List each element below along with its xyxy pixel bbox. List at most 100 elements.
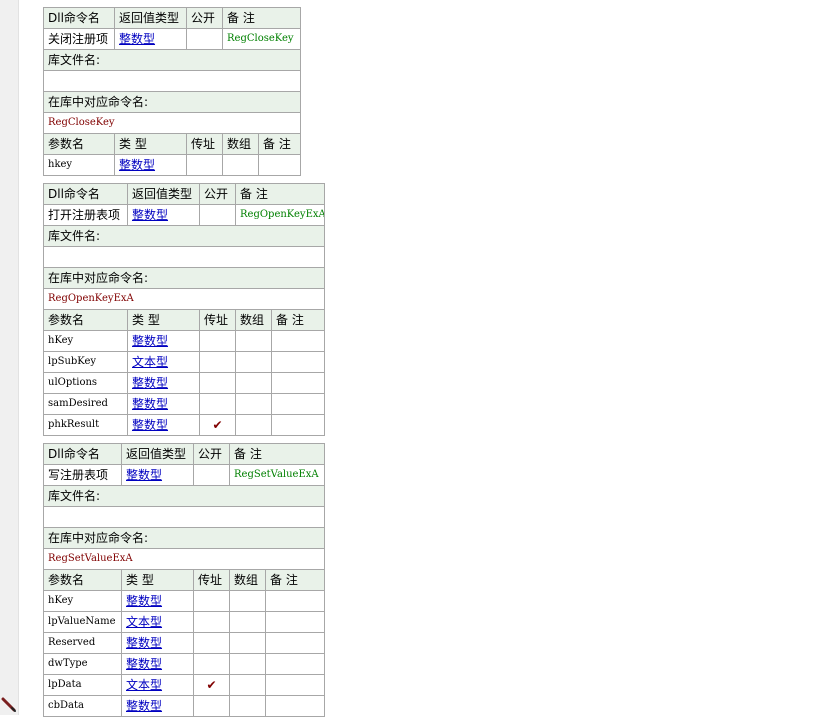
remark-header: 备 注 (235, 183, 325, 205)
lib-cmd-value-row: RegSetValueExA (43, 548, 325, 570)
param-byref-cell[interactable] (199, 351, 236, 373)
param-type-cell[interactable]: 文本型 (121, 674, 194, 696)
lib-file-label: 库文件名: (43, 485, 325, 507)
param-remark-header: 备 注 (258, 133, 301, 155)
param-remark-cell[interactable] (265, 632, 325, 654)
param-remark-cell[interactable] (271, 351, 325, 373)
lib-file-cell[interactable] (43, 246, 325, 268)
param-array-cell[interactable] (222, 154, 259, 176)
param-array-cell[interactable] (235, 372, 272, 394)
dll-command-block: Dll命令名 返回值类型 公开备 注写注册表项 整数型 RegSetValueExA 库文… (43, 443, 325, 717)
return-type-cell[interactable]: 整数型 (121, 464, 194, 486)
param-remark-cell[interactable] (265, 653, 325, 675)
remark-cell[interactable]: RegOpenKeyExA (235, 204, 325, 226)
param-byref-cell[interactable] (186, 154, 223, 176)
param-array-cell[interactable] (235, 414, 272, 436)
public-header: 公开 (199, 183, 236, 205)
param-remark-cell[interactable] (265, 695, 325, 717)
remark-cell[interactable]: RegSetValueExA (229, 464, 325, 486)
param-array-cell[interactable] (229, 674, 266, 696)
param-remark-cell[interactable] (271, 372, 325, 394)
param-name-header: 参数名 (43, 569, 122, 591)
checkmark-icon: ✔ (206, 678, 217, 692)
param-remark-cell[interactable] (271, 330, 325, 352)
param-name-cell[interactable]: dwType (43, 653, 122, 675)
param-array-cell[interactable] (229, 632, 266, 654)
remark-header: 备 注 (222, 7, 301, 29)
lib-cmd-label: 在库中对应命令名: (43, 267, 325, 289)
lib-cmd-cell[interactable]: RegSetValueExA (43, 548, 325, 570)
param-array-cell[interactable] (235, 393, 272, 415)
param-remark-cell[interactable] (271, 393, 325, 415)
public-cell[interactable] (186, 28, 223, 50)
param-name-cell[interactable]: hKey (43, 590, 122, 612)
param-byref-header: 传址 (199, 309, 236, 331)
param-remark-cell[interactable] (265, 611, 325, 633)
param-byref-cell[interactable]: ✔ (199, 414, 236, 436)
param-name-cell[interactable]: hkey (43, 154, 115, 176)
return-type-cell[interactable]: 整数型 (127, 204, 200, 226)
param-remark-cell[interactable] (265, 590, 325, 612)
param-type-cell[interactable]: 文本型 (121, 611, 194, 633)
param-byref-cell[interactable] (193, 632, 230, 654)
param-name-cell[interactable]: Reserved (43, 632, 122, 654)
public-cell[interactable] (199, 204, 236, 226)
dll-name-cell[interactable]: 写注册表项 (43, 464, 122, 486)
param-type-cell[interactable]: 整数型 (127, 393, 200, 415)
param-name-cell[interactable]: lpValueName (43, 611, 122, 633)
param-byref-cell[interactable] (193, 695, 230, 717)
lib-file-cell[interactable] (43, 70, 301, 92)
param-byref-cell[interactable] (193, 590, 230, 612)
dll-value-row: 关闭注册项 整数型 RegCloseKey (43, 28, 301, 50)
param-name-cell[interactable]: ulOptions (43, 372, 128, 394)
param-row: hkey 整数型 (43, 154, 301, 176)
public-cell[interactable] (193, 464, 230, 486)
lib-cmd-cell[interactable]: RegOpenKeyExA (43, 288, 325, 310)
param-type-cell[interactable]: 整数型 (121, 653, 194, 675)
param-type-cell[interactable]: 整数型 (127, 414, 200, 436)
param-name-cell[interactable]: hKey (43, 330, 128, 352)
param-type-cell[interactable]: 整数型 (121, 632, 194, 654)
param-type-cell[interactable]: 整数型 (121, 695, 194, 717)
param-row: phkResult 整数型 ✔ (43, 414, 325, 436)
lib-file-label-row: 库文件名: (43, 485, 325, 507)
param-remark-cell[interactable] (265, 674, 325, 696)
param-byref-cell[interactable] (199, 330, 236, 352)
param-header-row: 参数名类 型传址 数组备 注 (43, 309, 325, 331)
lib-cmd-cell[interactable]: RegCloseKey (43, 112, 301, 134)
param-array-cell[interactable] (235, 351, 272, 373)
param-name-cell[interactable]: lpSubKey (43, 351, 128, 373)
param-array-cell[interactable] (229, 611, 266, 633)
param-name-cell[interactable]: samDesired (43, 393, 128, 415)
param-type-cell[interactable]: 整数型 (114, 154, 187, 176)
dll-name-cell[interactable]: 打开注册表项 (43, 204, 128, 226)
param-array-cell[interactable] (229, 590, 266, 612)
param-type-cell[interactable]: 整数型 (127, 372, 200, 394)
return-type-cell[interactable]: 整数型 (114, 28, 187, 50)
lib-file-cell[interactable] (43, 506, 325, 528)
param-byref-cell[interactable] (199, 372, 236, 394)
param-array-cell[interactable] (235, 330, 272, 352)
param-remark-cell[interactable] (258, 154, 301, 176)
remark-cell[interactable]: RegCloseKey (222, 28, 301, 50)
param-array-cell[interactable] (229, 695, 266, 717)
param-byref-cell[interactable] (193, 611, 230, 633)
param-name-header: 参数名 (43, 309, 128, 331)
public-header: 公开 (186, 7, 223, 29)
param-table: 参数名类 型传址 数组备 注 hKey 整数型 lpValueName 文本型 Reserv… (43, 569, 325, 717)
param-array-cell[interactable] (229, 653, 266, 675)
return-type-header: 返回值类型 (127, 183, 200, 205)
param-byref-cell[interactable] (199, 393, 236, 415)
param-remark-cell[interactable] (271, 414, 325, 436)
param-name-cell[interactable]: phkResult (43, 414, 128, 436)
param-type-cell[interactable]: 文本型 (127, 351, 200, 373)
param-byref-cell[interactable] (193, 653, 230, 675)
param-name-cell[interactable]: lpData (43, 674, 122, 696)
param-name-cell[interactable]: cbData (43, 695, 122, 717)
param-type-cell[interactable]: 整数型 (127, 330, 200, 352)
dll-name-cell[interactable]: 关闭注册项 (43, 28, 115, 50)
param-byref-cell[interactable]: ✔ (193, 674, 230, 696)
param-type-header: 类 型 (127, 309, 200, 331)
pencil-icon[interactable] (1, 697, 17, 713)
param-type-cell[interactable]: 整数型 (121, 590, 194, 612)
